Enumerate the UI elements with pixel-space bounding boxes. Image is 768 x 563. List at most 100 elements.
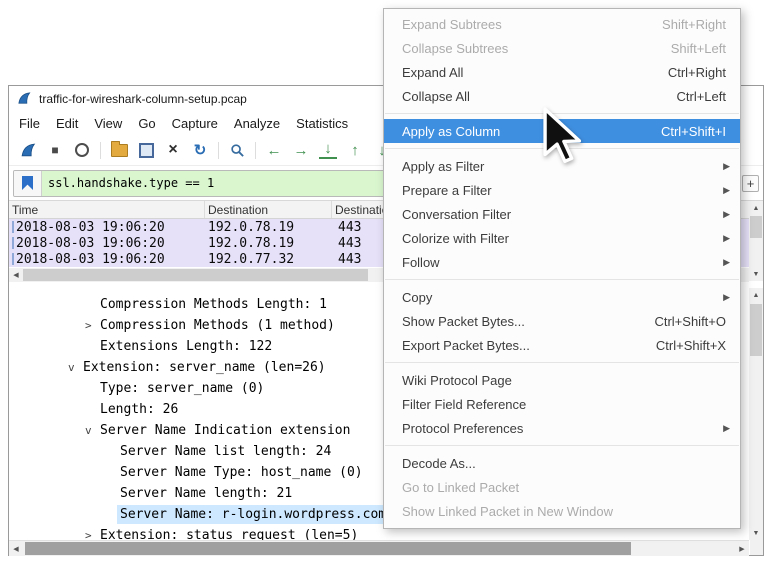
menu-item-label: Conversation Filter	[402, 207, 511, 222]
scroll-down-icon[interactable]: ▼	[749, 267, 763, 281]
menu-item-expand-all[interactable]: Expand All Ctrl+Right	[384, 60, 740, 84]
menu-file[interactable]: File	[11, 113, 48, 134]
hscroll-thumb[interactable]	[23, 269, 368, 281]
menu-item-shortcut: Shift+Right	[662, 17, 726, 32]
menu-item-label: Show Linked Packet in New Window	[402, 504, 613, 519]
menu-item-collapse-subtrees: Collapse Subtrees Shift+Left	[384, 36, 740, 60]
menu-item-label: Apply as Filter	[402, 159, 484, 174]
cell-destination: 192.0.78.19	[205, 236, 332, 251]
menu-item-export-packet-bytes[interactable]: Export Packet Bytes... Ctrl+Shift+X	[384, 333, 740, 357]
menu-item-decode-as[interactable]: Decode As...	[384, 451, 740, 475]
column-header-time[interactable]: Time	[9, 201, 205, 218]
menu-item-prepare-a-filter[interactable]: Prepare a Filter ▶	[384, 178, 740, 202]
menu-view[interactable]: View	[86, 113, 130, 134]
menu-item-copy[interactable]: Copy ▶	[384, 285, 740, 309]
cell-dest-port: 443	[332, 252, 361, 267]
menu-item-wiki-protocol-page[interactable]: Wiki Protocol Page	[384, 368, 740, 392]
submenu-arrow-icon: ▶	[723, 161, 730, 172]
vscroll-thumb[interactable]	[750, 216, 762, 238]
capture-options-gear-icon[interactable]	[73, 141, 91, 159]
cell-destination: 192.0.78.19	[205, 220, 332, 235]
menu-separator	[385, 279, 739, 280]
go-forward-icon[interactable]: →	[292, 141, 310, 159]
cell-time: 2018-08-03 19:06:20	[14, 236, 205, 251]
menu-item-label: Go to Linked Packet	[402, 480, 519, 495]
hscroll-thumb[interactable]	[25, 542, 631, 555]
submenu-arrow-icon: ▶	[723, 292, 730, 303]
find-packet-icon[interactable]	[228, 141, 246, 159]
menu-item-conversation-filter[interactable]: Conversation Filter ▶	[384, 202, 740, 226]
toolbar-divider	[255, 142, 256, 159]
menu-item-label: Copy	[402, 290, 432, 305]
menu-item-label: Collapse Subtrees	[402, 41, 508, 56]
menu-item-label: Show Packet Bytes...	[402, 314, 525, 329]
menu-edit[interactable]: Edit	[48, 113, 86, 134]
scroll-up-icon[interactable]: ▲	[749, 288, 763, 302]
cursor-arrow-icon	[542, 106, 582, 166]
menu-item-protocol-preferences[interactable]: Protocol Preferences ▶	[384, 416, 740, 440]
menu-analyze[interactable]: Analyze	[226, 113, 288, 134]
reload-capture-icon[interactable]: ↻	[191, 141, 209, 159]
close-capture-icon[interactable]: ×	[164, 141, 182, 159]
scroll-down-icon[interactable]: ▼	[749, 526, 763, 540]
context-menu: Expand Subtrees Shift+Right Collapse Sub…	[383, 8, 741, 529]
column-header-destination[interactable]: Destination	[205, 201, 332, 218]
go-first-packet-icon[interactable]: ↑	[346, 141, 364, 159]
filter-bookmark-button[interactable]	[14, 171, 42, 196]
scroll-left-icon[interactable]: ◀	[9, 268, 23, 282]
menu-item-colorize-with-filter[interactable]: Colorize with Filter ▶	[384, 226, 740, 250]
menu-item-go-to-linked-packet: Go to Linked Packet	[384, 475, 740, 499]
toolbar-divider	[218, 142, 219, 159]
go-to-packet-icon[interactable]: ↓	[319, 142, 337, 159]
menu-item-collapse-all[interactable]: Collapse All Ctrl+Left	[384, 84, 740, 108]
menu-item-label: Follow	[402, 255, 440, 270]
start-capture-fin-icon[interactable]	[19, 141, 37, 159]
window-title: traffic-for-wireshark-column-setup.pcap	[39, 92, 247, 106]
menu-item-shortcut: Ctrl+Shift+O	[654, 314, 726, 329]
scroll-left-icon[interactable]: ◀	[9, 542, 23, 556]
save-capture-icon[interactable]	[137, 141, 155, 159]
submenu-arrow-icon: ▶	[723, 423, 730, 434]
menu-item-shortcut: Shift+Left	[671, 41, 726, 56]
menu-item-label: Colorize with Filter	[402, 231, 509, 246]
menu-item-shortcut: Ctrl+Shift+X	[656, 338, 726, 353]
menu-item-expand-subtrees: Expand Subtrees Shift+Right	[384, 12, 740, 36]
menu-item-follow[interactable]: Follow ▶	[384, 250, 740, 274]
filter-add-button[interactable]: +	[742, 175, 759, 192]
menu-item-filter-field-reference[interactable]: Filter Field Reference	[384, 392, 740, 416]
go-back-icon[interactable]: ←	[265, 141, 283, 159]
menu-item-shortcut: Ctrl+Shift+I	[661, 124, 726, 139]
expander-icon[interactable]: >	[85, 525, 100, 540]
packet-list-vscrollbar[interactable]: ▲ ▼	[749, 201, 763, 281]
menu-item-show-packet-bytes[interactable]: Show Packet Bytes... Ctrl+Shift+O	[384, 309, 740, 333]
expander-icon[interactable]: v	[85, 420, 100, 441]
menu-item-shortcut: Ctrl+Right	[668, 65, 726, 80]
scroll-up-icon[interactable]: ▲	[749, 201, 763, 215]
scrollbar-corner	[750, 539, 763, 555]
detail-vscrollbar[interactable]: ▲ ▼	[749, 288, 763, 540]
scroll-right-icon[interactable]: ▶	[735, 542, 749, 556]
menu-item-label: Filter Field Reference	[402, 397, 526, 412]
cell-time: 2018-08-03 19:06:20	[14, 220, 205, 235]
menu-item-label: Wiki Protocol Page	[402, 373, 512, 388]
menu-separator	[385, 362, 739, 363]
stop-capture-icon[interactable]: ■	[46, 141, 64, 159]
submenu-arrow-icon: ▶	[723, 233, 730, 244]
vscroll-thumb[interactable]	[750, 304, 762, 356]
expander-icon[interactable]: v	[68, 357, 83, 378]
menu-go[interactable]: Go	[130, 113, 163, 134]
menu-item-label: Export Packet Bytes...	[402, 338, 530, 353]
menu-capture[interactable]: Capture	[164, 113, 226, 134]
menu-statistics[interactable]: Statistics	[288, 113, 356, 134]
menu-item-label: Expand Subtrees	[402, 17, 502, 32]
cell-dest-port: 443	[332, 220, 361, 235]
menu-item-label: Decode As...	[402, 456, 476, 471]
cell-dest-port: 443	[332, 236, 361, 251]
open-capture-folder-icon[interactable]	[110, 141, 128, 159]
menu-item-show-linked-packet-in-new-window: Show Linked Packet in New Window	[384, 499, 740, 523]
wireshark-app-icon	[17, 91, 32, 106]
menu-separator	[385, 445, 739, 446]
detail-hscrollbar[interactable]: ◀ ▶	[9, 540, 749, 556]
menu-item-label: Protocol Preferences	[402, 421, 523, 436]
expander-icon[interactable]: >	[85, 315, 100, 336]
